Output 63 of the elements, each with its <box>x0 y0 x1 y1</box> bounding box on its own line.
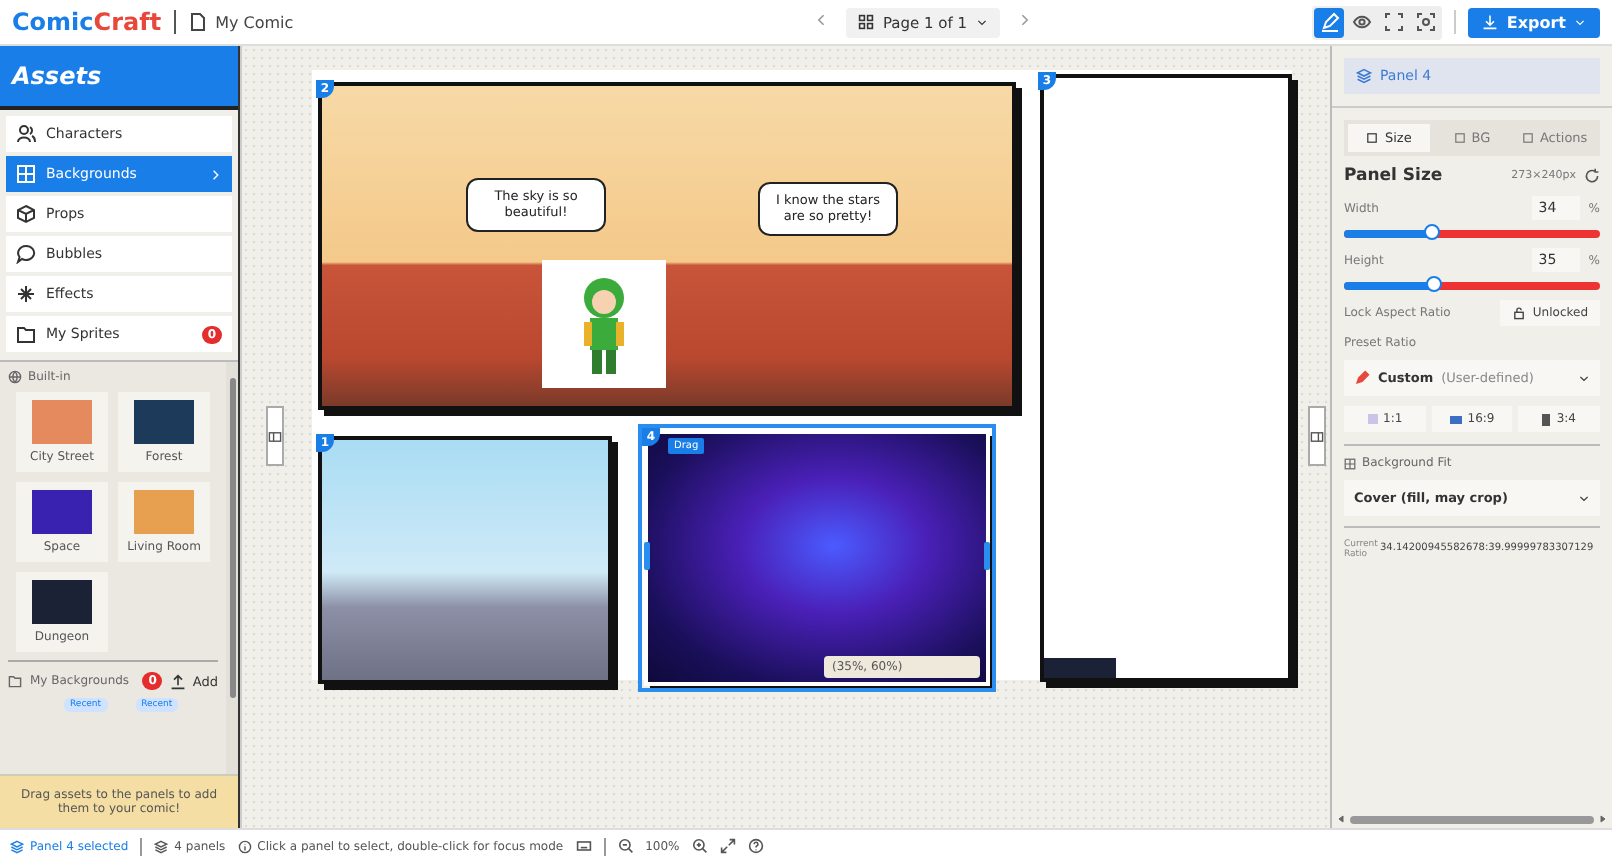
panel-icon <box>268 429 282 443</box>
layers-icon <box>1356 68 1372 84</box>
upload-icon <box>170 673 187 689</box>
unlock-icon <box>1512 306 1527 320</box>
pencil-icon <box>1319 12 1340 32</box>
reset-icon <box>1584 168 1600 184</box>
grid-icon <box>858 14 875 30</box>
focus-icon <box>1415 12 1436 32</box>
ratio-shape-icon <box>1542 413 1551 425</box>
pencil-icon <box>1354 370 1370 386</box>
chevron-down-icon <box>1578 372 1590 384</box>
folder-icon <box>16 324 36 344</box>
chevron-down-icon <box>1578 492 1590 504</box>
slider-thumb[interactable] <box>1423 224 1440 240</box>
zoom-out-icon <box>617 838 634 854</box>
layers-icon <box>10 839 24 853</box>
cube-icon <box>16 204 36 224</box>
speech-bubble-icon <box>16 244 36 264</box>
document-title: My Comic <box>215 13 294 31</box>
eye-icon <box>1351 12 1372 32</box>
section-title: Panel Size <box>1344 166 1443 186</box>
ratio-shape-icon <box>1449 415 1462 423</box>
zoom-in-icon <box>691 838 708 854</box>
zoom-out-button[interactable] <box>617 838 634 854</box>
reset-button[interactable] <box>1584 168 1600 184</box>
help-icon <box>747 838 764 854</box>
expand-icon <box>719 838 736 854</box>
slider[interactable] <box>1344 230 1600 238</box>
export-button[interactable]: Export <box>1468 7 1600 37</box>
character-sprite[interactable] <box>542 260 666 388</box>
thumbnail-placeholder <box>1044 658 1116 678</box>
info-icon <box>237 839 252 853</box>
resize-handle[interactable] <box>984 542 990 570</box>
view-mode-button[interactable] <box>1314 7 1345 37</box>
download-icon <box>1482 14 1499 30</box>
sparkle-icon <box>16 284 36 304</box>
document-icon <box>187 12 208 32</box>
sidebar-toggle[interactable] <box>266 406 284 466</box>
app-logo[interactable]: ComicCraft <box>12 8 162 36</box>
keyboard-button[interactable] <box>575 838 592 854</box>
folder-icon <box>8 674 22 688</box>
ratio-shape-icon <box>1367 414 1377 424</box>
chevron-right-icon <box>208 167 222 181</box>
slider-thumb[interactable] <box>1425 276 1442 292</box>
panel-icon <box>1310 429 1324 443</box>
globe-icon <box>8 370 22 384</box>
resize-handle[interactable] <box>644 542 650 570</box>
fit-screen-button[interactable] <box>719 838 736 854</box>
slider[interactable] <box>1344 282 1600 290</box>
chevron-down-icon <box>1574 16 1586 28</box>
keyboard-icon <box>575 838 592 854</box>
inspector-toggle[interactable] <box>1308 406 1326 466</box>
chevron-down-icon <box>975 16 988 28</box>
scrollbar-thumb[interactable] <box>1350 815 1594 823</box>
layers-icon <box>154 839 169 853</box>
fullscreen-icon <box>1383 12 1404 32</box>
grid-icon <box>1344 457 1356 469</box>
people-icon <box>16 124 36 144</box>
sidebar-title: Assets <box>0 46 238 110</box>
scroll-right-icon <box>1598 814 1608 824</box>
scroll-left-icon <box>1336 814 1346 824</box>
zoom-in-button[interactable] <box>691 838 708 854</box>
help-button[interactable] <box>747 838 764 854</box>
